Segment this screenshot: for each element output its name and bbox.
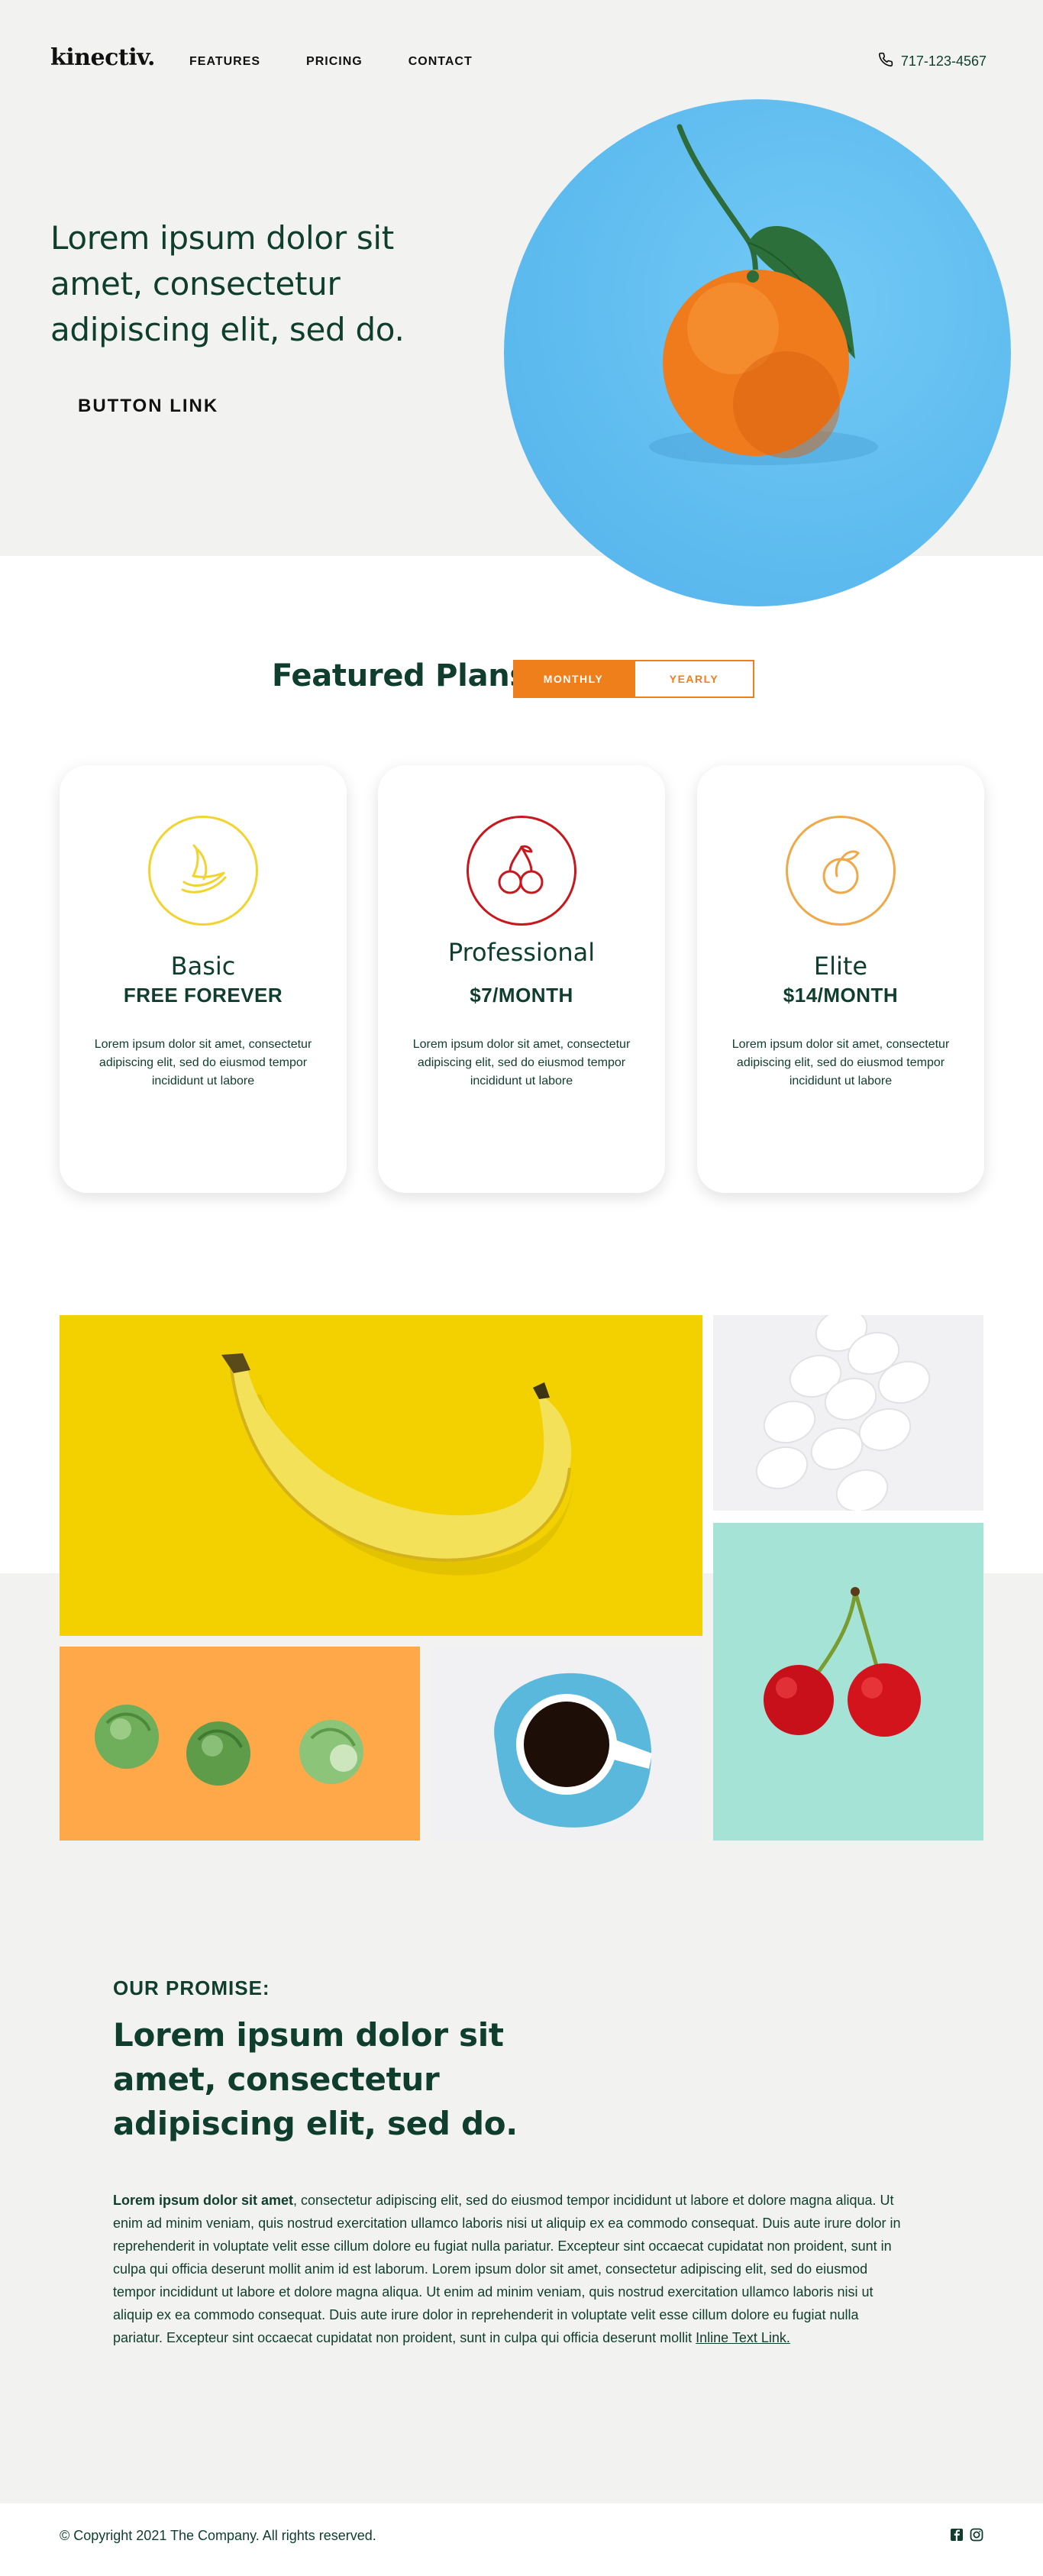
plan-desc-basic: Lorem ipsum dolor sit amet, consectetur … bbox=[94, 1038, 312, 1088]
phone-number: 717-123-4567 bbox=[900, 53, 986, 69]
promise-body-lead: Lorem ipsum dolor sit amet bbox=[113, 2193, 294, 2208]
plan-name-professional: Professional bbox=[447, 938, 596, 967]
nav-pricing[interactable]: PRICING bbox=[306, 55, 363, 69]
toggle-yearly[interactable]: YEARLY bbox=[634, 660, 754, 698]
nav-contact[interactable]: CONTACT bbox=[408, 55, 473, 69]
promise-body-text: , consectetur adipiscing elit, sed do ei… bbox=[113, 2193, 901, 2345]
plan-price-elite: $14/MONTH bbox=[783, 984, 899, 1007]
toggle-monthly[interactable]: MONTHLY bbox=[513, 660, 634, 698]
plan-name-basic: Basic bbox=[170, 952, 236, 981]
plans-title: Featured Plans bbox=[272, 658, 528, 693]
copyright-text: © Copyright 2021 The Company. All rights… bbox=[60, 2528, 376, 2543]
plan-desc-elite: Lorem ipsum dolor sit amet, consectetur … bbox=[731, 1038, 950, 1088]
promise-body: Lorem ipsum dolor sit amet, consectetur … bbox=[113, 2189, 907, 2349]
billing-toggle: MONTHLY YEARLY bbox=[513, 660, 754, 698]
logo[interactable]: kinectiv. bbox=[50, 44, 155, 71]
plan-price-basic: FREE FOREVER bbox=[123, 984, 283, 1007]
social-links bbox=[950, 2528, 983, 2542]
gallery-image-banana bbox=[60, 1315, 702, 1636]
peach-icon bbox=[786, 816, 896, 926]
hero-image-orange bbox=[504, 99, 1011, 606]
hero-headline: Lorem ipsum dolor sit amet, consectetur … bbox=[50, 219, 405, 348]
banana-icon bbox=[148, 816, 258, 926]
gallery-image-coffee bbox=[431, 1647, 702, 1842]
instagram-icon[interactable] bbox=[970, 2528, 983, 2542]
inline-text-link[interactable]: Inline Text Link. bbox=[696, 2330, 790, 2345]
phone-icon bbox=[878, 52, 893, 71]
promise-label: OUR PROMISE: bbox=[113, 1976, 270, 1999]
plan-card-basic[interactable]: Basic FREE FOREVER Lorem ipsum dolor sit… bbox=[60, 765, 347, 1193]
promise-section bbox=[0, 1841, 1043, 2503]
hero-button-link[interactable]: BUTTON LINK bbox=[78, 396, 218, 417]
promise-headline: Lorem ipsum dolor sit amet, consectetur … bbox=[113, 2016, 518, 2142]
plan-name-elite: Elite bbox=[813, 952, 868, 981]
plan-desc-professional: Lorem ipsum dolor sit amet, consectetur … bbox=[412, 1038, 631, 1088]
nav-features[interactable]: FEATURES bbox=[189, 55, 260, 69]
plan-card-elite[interactable]: Elite $14/MONTH Lorem ipsum dolor sit am… bbox=[697, 765, 984, 1193]
facebook-icon[interactable] bbox=[950, 2528, 964, 2542]
cherries-icon bbox=[467, 816, 576, 926]
plan-card-professional[interactable]: Professional $7/MONTH Lorem ipsum dolor … bbox=[378, 765, 665, 1193]
gallery-image-sprouts bbox=[60, 1647, 420, 1842]
plan-price-professional: $7/MONTH bbox=[470, 984, 573, 1007]
phone-link[interactable]: 717-123-4567 bbox=[878, 52, 986, 71]
main-nav: FEATURES PRICING CONTACT bbox=[189, 55, 473, 69]
gallery-image-cherries bbox=[713, 1523, 983, 1842]
gallery-image-eggs bbox=[713, 1315, 983, 1511]
